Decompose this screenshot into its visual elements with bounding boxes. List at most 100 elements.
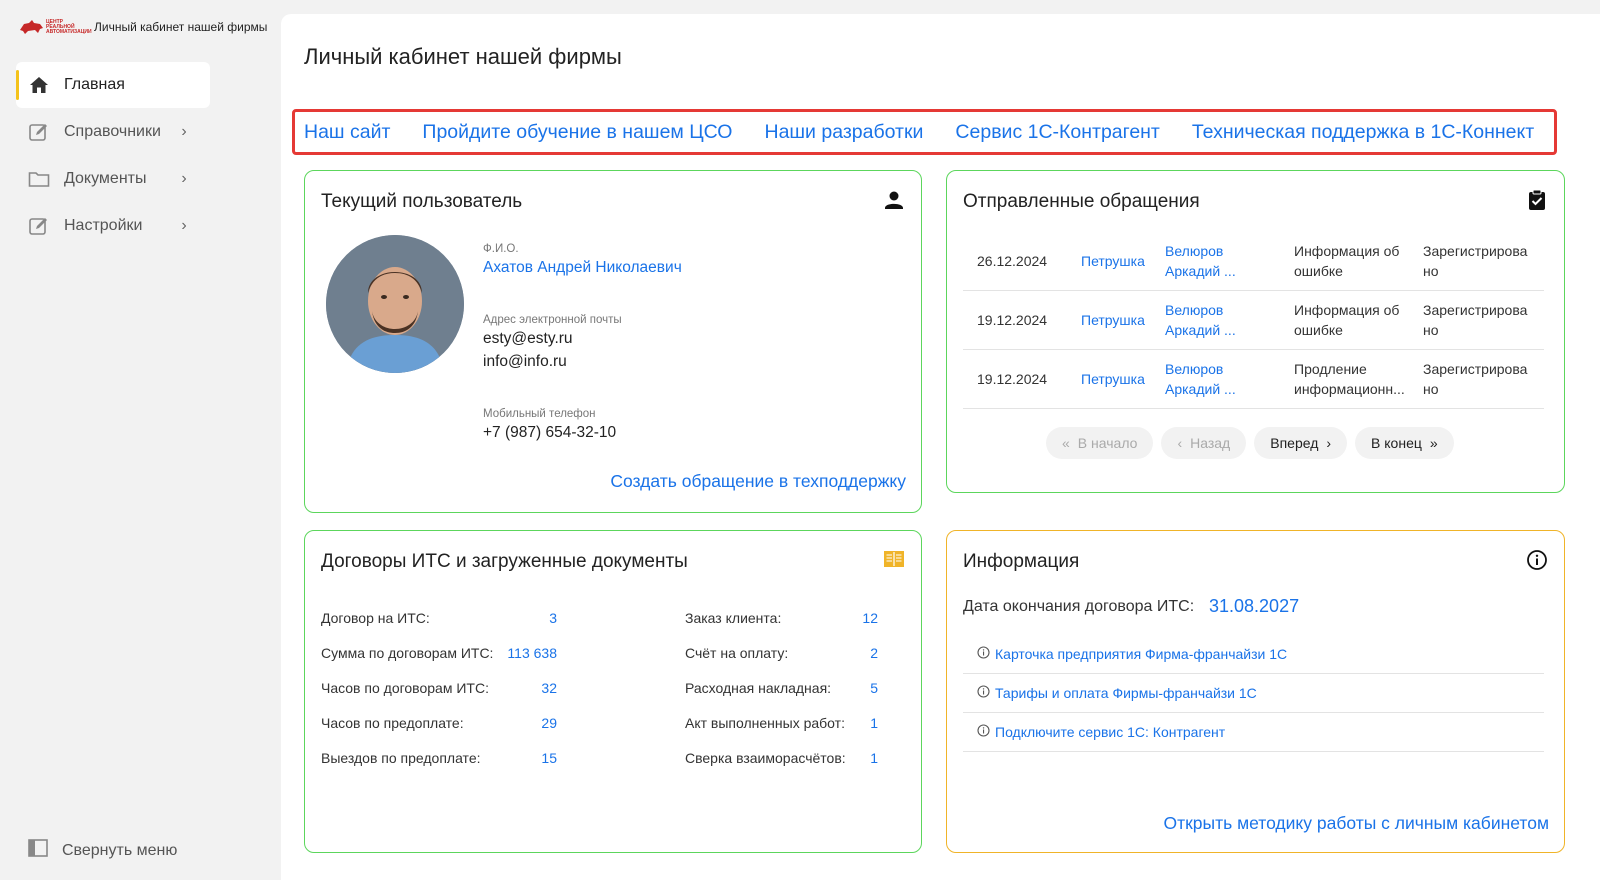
request-topic: Продление информационн... <box>1294 361 1405 397</box>
sidebar-item-label: Справочники <box>64 123 161 140</box>
request-date: 26.12.2024 <box>977 253 1048 269</box>
sent-requests-card: Отправленные обращения 26.12.2024 Петруш… <box>946 170 1565 493</box>
info-icon <box>977 685 990 701</box>
chevron-left-icon: ‹ <box>1177 435 1183 451</box>
brand[interactable]: ЦЕНТР РЕАЛЬНОЙ АВТОМАТИЗАЦИИ Личный каби… <box>18 16 267 38</box>
its-value[interactable]: 12 <box>835 610 878 626</box>
collapse-menu-label: Свернуть меню <box>62 841 178 859</box>
request-date: 19.12.2024 <box>977 312 1048 328</box>
its-label: Часов по предоплате: <box>321 715 464 731</box>
its-value[interactable]: 29 <box>501 715 557 731</box>
request-author[interactable]: Петрушка <box>1081 371 1165 387</box>
request-topic: Информация об ошибке <box>1294 302 1400 338</box>
brand-title: Личный кабинет нашей фирмы <box>94 20 268 34</box>
link-developments[interactable]: Наши разработки <box>764 121 923 144</box>
card-title: Отправленные обращения <box>963 191 1200 212</box>
sidebar-item-settings[interactable]: Настройки › <box>16 203 210 249</box>
sidebar-toggle-icon <box>28 839 48 862</box>
its-end-date-label: Дата окончания договора ИТС: <box>963 598 1195 615</box>
requests-table: 26.12.2024 Петрушка Велюров Аркадий ... И… <box>963 232 1544 409</box>
fio-label: Ф.И.О. <box>483 243 519 255</box>
double-chevron-right-icon: » <box>1429 435 1438 451</box>
its-value[interactable]: 113 638 <box>501 645 557 661</box>
pagination: « В начало ‹ Назад Вперед › В конец » <box>1046 427 1454 459</box>
its-label: Акт выполненных работ: <box>685 715 845 731</box>
its-label: Выездов по предоплате: <box>321 750 481 766</box>
request-executor[interactable]: Велюров Аркадий ... <box>1165 300 1294 340</box>
request-executor[interactable]: Велюров Аркадий ... <box>1165 359 1294 399</box>
open-guide-link[interactable]: Открыть методику работы с личным кабинет… <box>1163 813 1549 834</box>
person-icon <box>883 189 905 211</box>
chevron-right-icon: › <box>181 170 187 187</box>
clipboard-check-icon <box>1526 189 1548 211</box>
info-links-list: Карточка предприятия Фирма-франчайзи 1С … <box>963 635 1544 752</box>
request-author[interactable]: Петрушка <box>1081 312 1165 328</box>
request-executor[interactable]: Велюров Аркадий ... <box>1165 241 1294 281</box>
pager-last-button[interactable]: В конец » <box>1355 427 1454 459</box>
link-our-site[interactable]: Наш сайт <box>304 121 390 144</box>
book-icon <box>883 549 905 571</box>
sidebar-item-catalogs[interactable]: Справочники › <box>16 109 210 155</box>
its-label: Расходная накладная: <box>685 680 832 696</box>
collapse-menu-button[interactable]: Свернуть меню <box>28 839 177 862</box>
table-row[interactable]: 19.12.2024 Петрушка Велюров Аркадий ... П… <box>963 350 1544 409</box>
info-link-kontragent[interactable]: Подключите сервис 1С: Контрагент <box>963 713 1544 752</box>
pager-prev-button[interactable]: ‹ Назад <box>1161 427 1247 459</box>
home-icon <box>28 74 50 96</box>
sidebar-item-home[interactable]: Главная <box>16 62 210 108</box>
sidebar-item-label: Настройки <box>64 217 143 234</box>
its-label: Сумма по договорам ИТС: <box>321 645 494 661</box>
table-row[interactable]: 19.12.2024 Петрушка Велюров Аркадий ... И… <box>963 291 1544 350</box>
card-title: Текущий пользователь <box>321 191 523 212</box>
sidebar: ЦЕНТР РЕАЛЬНОЙ АВТОМАТИЗАЦИИ Личный каби… <box>0 0 280 880</box>
its-value[interactable]: 2 <box>835 645 878 661</box>
company-logo: ЦЕНТР РЕАЛЬНОЙ АВТОМАТИЗАЦИИ <box>18 16 92 38</box>
its-value[interactable]: 32 <box>501 680 557 696</box>
table-row[interactable]: 26.12.2024 Петрушка Велюров Аркадий ... И… <box>963 232 1544 291</box>
its-value[interactable]: 5 <box>835 680 878 696</box>
pager-first-button[interactable]: « В начало <box>1046 427 1154 459</box>
its-label: Счёт на оплату: <box>685 645 789 661</box>
sidebar-item-documents[interactable]: Документы › <box>16 156 210 202</box>
info-link-tariffs[interactable]: Тарифы и оплата Фирмы-франчайзи 1С <box>963 674 1544 713</box>
edit-icon <box>28 121 50 143</box>
request-date: 19.12.2024 <box>977 371 1048 387</box>
folder-icon <box>28 168 50 190</box>
link-training[interactable]: Пройдите обучение в нашем ЦСО <box>422 121 732 144</box>
its-label: Договор на ИТС: <box>321 610 430 626</box>
email-value: esty@esty.ru <box>483 330 573 347</box>
info-link-company-card[interactable]: Карточка предприятия Фирма-франчайзи 1С <box>963 635 1544 674</box>
avatar <box>326 235 464 373</box>
double-chevron-left-icon: « <box>1062 435 1070 451</box>
sidebar-item-label: Документы <box>64 170 147 187</box>
request-author[interactable]: Петрушка <box>1081 253 1165 269</box>
its-value[interactable]: 1 <box>835 715 878 731</box>
pager-next-button[interactable]: Вперед › <box>1254 427 1348 459</box>
phone-label: Мобильный телефон <box>483 408 596 420</box>
edit-icon <box>28 215 50 237</box>
its-value[interactable]: 3 <box>501 610 557 626</box>
its-label: Часов по договорам ИТС: <box>321 680 489 696</box>
fio-value[interactable]: Ахатов Андрей Николаевич <box>483 259 682 277</box>
info-icon <box>977 724 990 740</box>
card-title: Информация <box>963 551 1080 572</box>
chevron-right-icon: › <box>181 217 187 234</box>
create-support-request-link[interactable]: Создать обращение в техподдержку <box>610 471 906 492</box>
chevron-right-icon: › <box>181 123 187 140</box>
its-value[interactable]: 15 <box>501 750 557 766</box>
request-topic: Информация об ошибке <box>1294 243 1400 279</box>
sidebar-item-label: Главная <box>64 76 125 93</box>
its-value[interactable]: 1 <box>835 750 878 766</box>
link-kontragent[interactable]: Сервис 1С-Контрагент <box>955 121 1159 144</box>
its-contracts-card: Договоры ИТС и загруженные документы Дог… <box>304 530 922 853</box>
link-support[interactable]: Техническая поддержка в 1С-Коннект <box>1192 121 1534 144</box>
card-title: Договоры ИТС и загруженные документы <box>321 551 688 572</box>
request-status: Зарегистрирова но <box>1423 302 1528 338</box>
request-status: Зарегистрирова но <box>1423 243 1528 279</box>
info-icon <box>1526 549 1548 571</box>
quick-links-bar: Наш сайт Пройдите обучение в нашем ЦСО Н… <box>292 109 1557 155</box>
page-title: Личный кабинет нашей фирмы <box>304 44 622 69</box>
chevron-right-icon: › <box>1326 435 1332 451</box>
main-panel: Личный кабинет нашей фирмы Наш сайт Прой… <box>281 14 1600 880</box>
email-label: Адрес электронной почты <box>483 314 622 326</box>
